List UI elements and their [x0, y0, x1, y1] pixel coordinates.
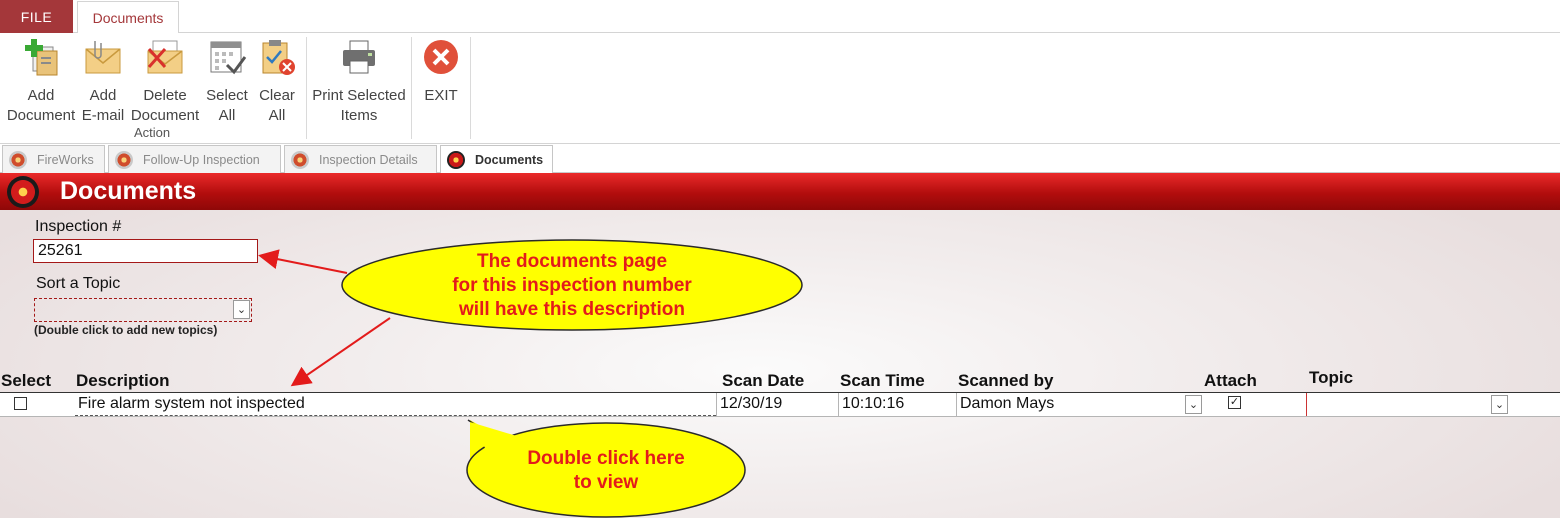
callout-arrow-to-description — [290, 317, 391, 387]
callout-arrow-to-inspection — [258, 249, 348, 274]
callout-bottom-line1: Double click here — [527, 448, 685, 469]
callout-bottom-text: Double click here to view — [486, 447, 726, 495]
callout-top-line3: will have this description — [459, 299, 685, 320]
callout-overlay — [258, 239, 803, 518]
callout-top-line2: for this inspection number — [452, 275, 692, 296]
callout-bottom-line2: to view — [573, 472, 639, 493]
callout-top-line1: The documents page — [476, 251, 668, 272]
callout-top-text: The documents page for this inspection n… — [392, 250, 752, 322]
